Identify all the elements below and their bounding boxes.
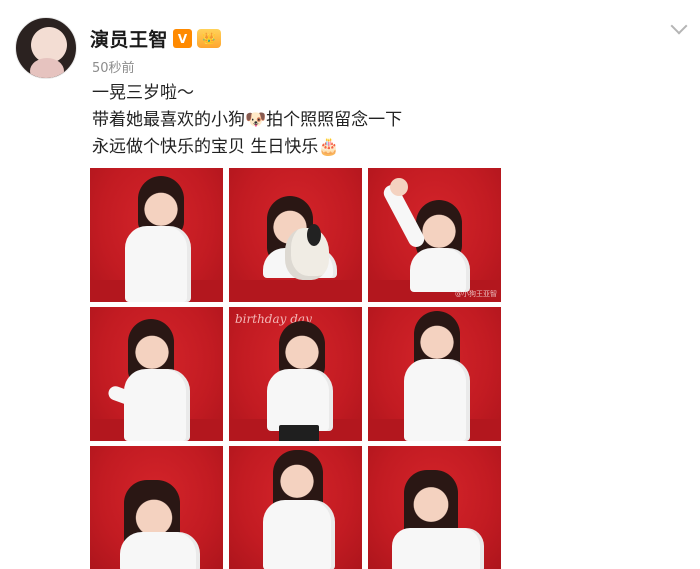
photo-subject-head bbox=[132, 488, 176, 536]
photo-9[interactable] bbox=[368, 446, 501, 569]
photo-1[interactable] bbox=[90, 168, 223, 302]
photo-subject-shirt bbox=[125, 226, 191, 302]
post-body-text: 一晃三岁啦～ 带着她最喜欢的小狗🐶拍个照照留念一下 永远做个快乐的宝贝 生日快乐… bbox=[92, 80, 402, 161]
photo-subject-pants bbox=[279, 425, 319, 441]
photo-subject-shirt bbox=[392, 528, 484, 569]
dog-toy-ear bbox=[307, 224, 321, 246]
photo-8[interactable] bbox=[229, 446, 362, 569]
user-row: 演员王智 V 👑 bbox=[90, 25, 222, 52]
photo-subject-head bbox=[132, 325, 172, 369]
photo-7[interactable] bbox=[90, 446, 223, 569]
user-avatar[interactable] bbox=[15, 17, 77, 79]
peace-sign-hand bbox=[390, 178, 408, 196]
photo-2[interactable] bbox=[229, 168, 362, 302]
photo-floor bbox=[229, 280, 362, 302]
photo-subject-head bbox=[410, 476, 452, 522]
photo-watermark: @小狗王亚智 bbox=[455, 290, 497, 298]
photo-3[interactable]: @小狗王亚智 bbox=[368, 168, 501, 302]
post-text-line-1: 一晃三岁啦～ bbox=[92, 83, 194, 103]
post-text-line-2: 带着她最喜欢的小狗🐶拍个照照留念一下 bbox=[92, 110, 403, 130]
photo-subject-shirt bbox=[267, 369, 333, 431]
username[interactable]: 演员王智 bbox=[90, 25, 168, 52]
photo-subject-head bbox=[419, 204, 459, 248]
chevron-down-icon[interactable] bbox=[670, 17, 688, 35]
post-text-line-3: 永远做个快乐的宝贝 生日快乐🎂 bbox=[92, 137, 340, 157]
photo-grid: @小狗王亚智 birthday day bbox=[90, 168, 501, 569]
photo-subject-shirt bbox=[263, 500, 335, 569]
verified-vip-icon: V bbox=[173, 29, 193, 48]
photo-subject-head bbox=[141, 182, 181, 226]
photo-subject-shirt bbox=[404, 359, 470, 441]
weibo-post: 演员王智 V 👑 50秒前 一晃三岁啦～ 带着她最喜欢的小狗🐶拍个照照留念一下 … bbox=[0, 0, 700, 569]
photo-subject-head bbox=[282, 325, 322, 369]
photo-subject-shirt bbox=[120, 532, 200, 569]
post-timestamp: 50秒前 bbox=[92, 61, 135, 76]
member-level-icon: 👑 bbox=[197, 29, 222, 48]
photo-subject-head bbox=[277, 454, 317, 498]
photo-subject-head bbox=[417, 315, 457, 359]
photo-subject-shirt bbox=[410, 248, 470, 292]
photo-4[interactable] bbox=[90, 307, 223, 441]
photo-5[interactable]: birthday day bbox=[229, 307, 362, 441]
photo-6[interactable] bbox=[368, 307, 501, 441]
